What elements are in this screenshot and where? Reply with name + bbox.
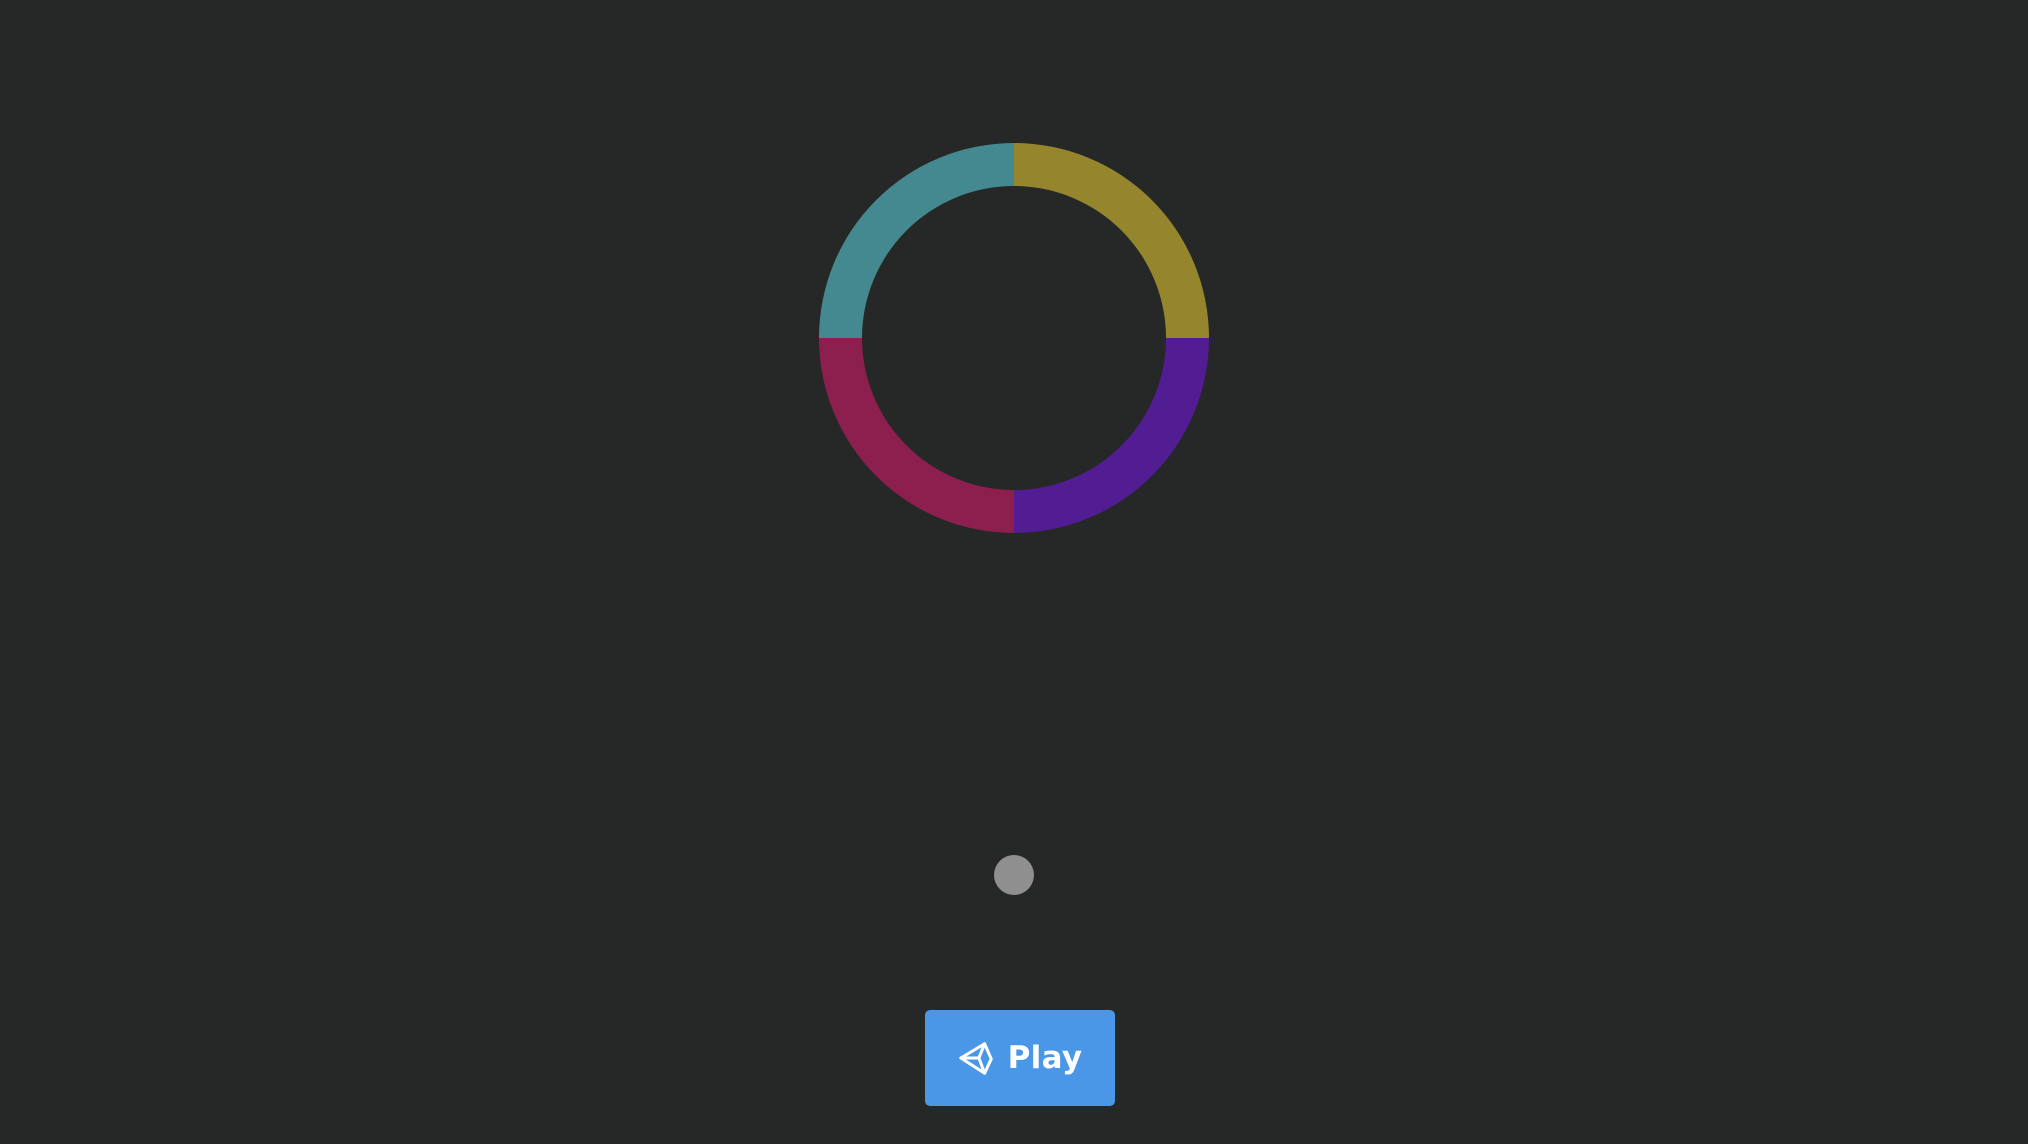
unity-logo-icon — [958, 1039, 996, 1077]
ring-segment-bottom-right — [1014, 338, 1209, 533]
player-ball — [994, 855, 1034, 895]
play-button-label: Play — [1007, 1039, 1083, 1076]
ring-segment-top-left — [819, 143, 1014, 338]
play-button[interactable]: Play — [925, 1010, 1115, 1106]
ring-segment-bottom-left — [819, 338, 1014, 533]
game-stage[interactable]: Play — [0, 0, 2028, 1144]
ring-segment-top-right — [1014, 143, 1209, 338]
color-ring — [819, 143, 1209, 533]
